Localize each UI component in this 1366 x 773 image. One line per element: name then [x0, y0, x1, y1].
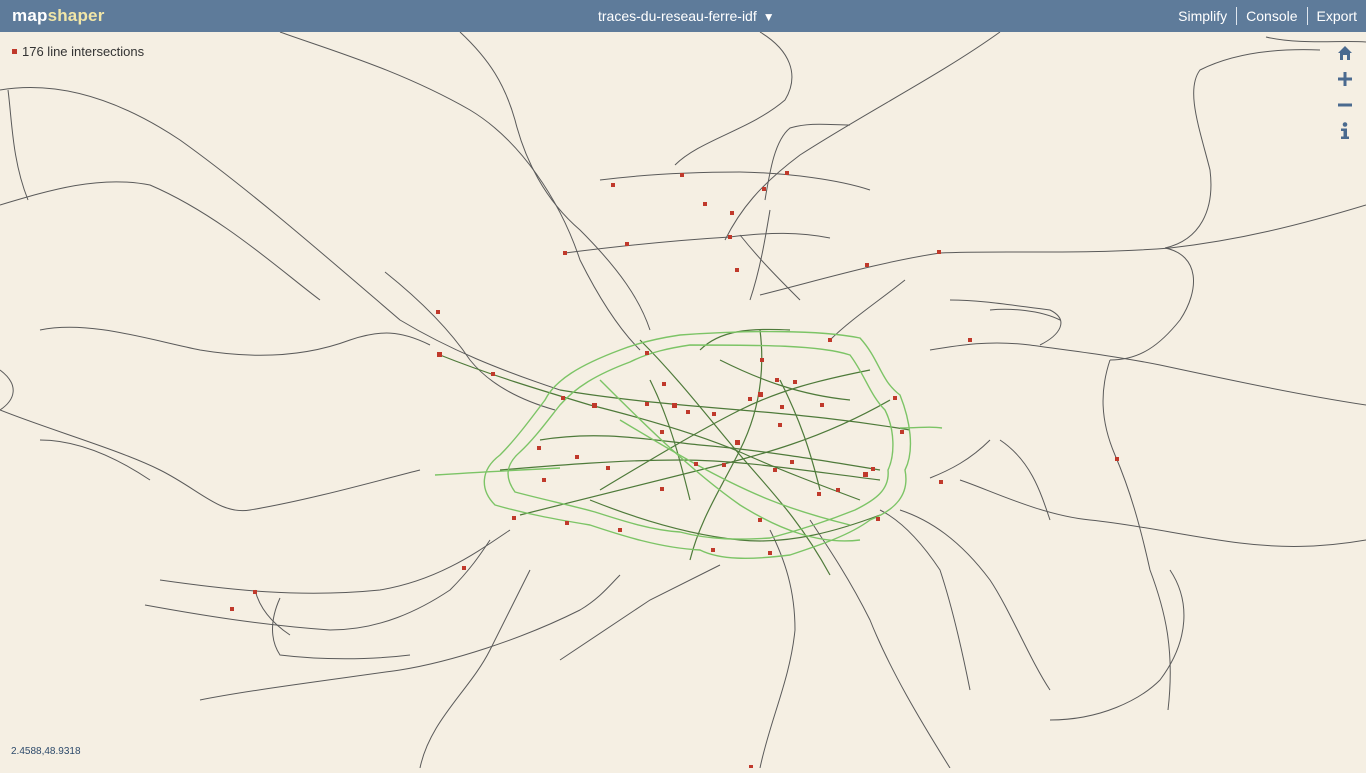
map-canvas[interactable] — [0, 31, 1366, 769]
logo-text-shaper: shaper — [47, 6, 105, 25]
info-icon — [1341, 122, 1349, 139]
green-ring-lines — [434, 330, 943, 559]
simplify-button[interactable]: Simplify — [1169, 7, 1236, 25]
home-icon — [1338, 46, 1352, 60]
intersection-swatch-icon — [12, 49, 17, 54]
export-button[interactable]: Export — [1308, 7, 1366, 25]
mapshaper-logo: mapshaper — [12, 6, 105, 26]
console-button[interactable]: Console — [1237, 7, 1306, 25]
zoom-in-icon — [1338, 72, 1352, 86]
home-button[interactable] — [1336, 44, 1354, 62]
top-menu-bar: mapshaper traces-du-reseau-ferre-idf ▼ Si… — [0, 0, 1366, 32]
layer-name: traces-du-reseau-ferre-idf — [598, 8, 757, 24]
layer-menu-button[interactable]: traces-du-reseau-ferre-idf ▼ — [598, 8, 775, 24]
zoom-out-button[interactable] — [1336, 96, 1354, 114]
dropdown-arrow-icon: ▼ — [762, 10, 775, 24]
intersections-count-label: 176 line intersections — [22, 44, 145, 59]
info-button[interactable] — [1336, 122, 1354, 140]
zoom-in-button[interactable] — [1336, 70, 1354, 88]
coordinate-readout: 2.4588,48.9318 — [11, 746, 81, 757]
main-menu: Simplify Console Export — [1169, 0, 1366, 32]
outer-rail-lines — [0, 31, 1366, 769]
logo-text-map: map — [12, 6, 48, 25]
zoom-out-icon — [1338, 103, 1352, 107]
intersection-points — [230, 171, 1119, 768]
intersections-indicator[interactable]: 176 line intersections — [12, 44, 144, 59]
map-layer-svg[interactable] — [0, 31, 1366, 769]
map-controls — [1336, 44, 1354, 148]
